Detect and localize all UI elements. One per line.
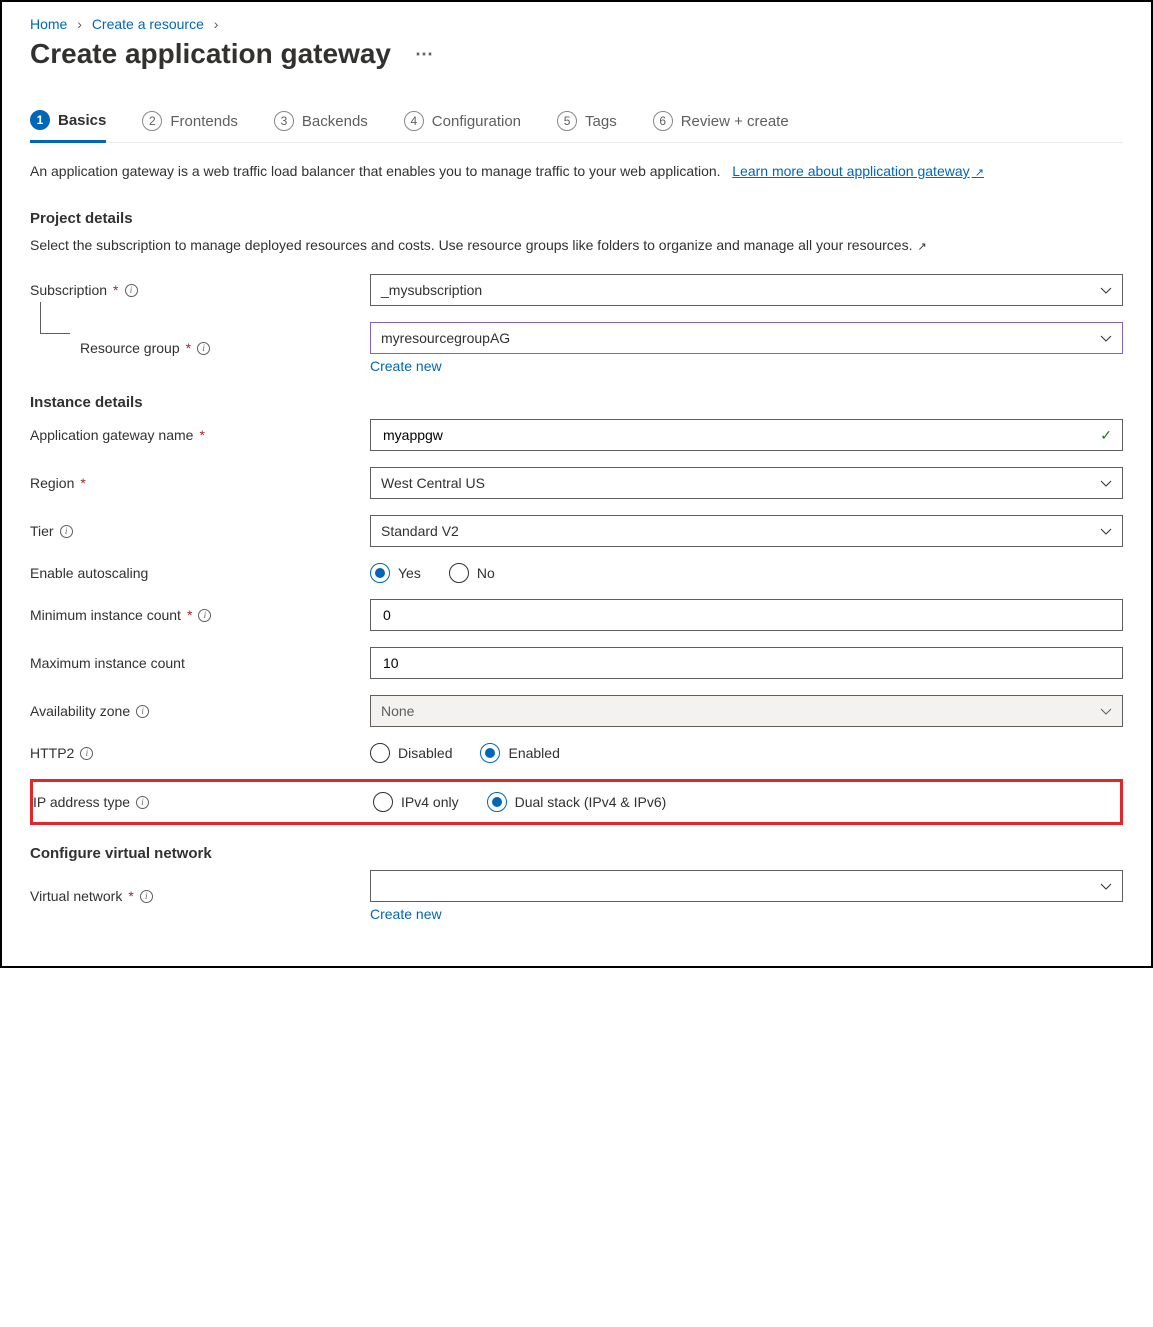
tab-review[interactable]: 6 Review + create (653, 110, 789, 142)
ip-address-highlight: IP address type i IPv4 only Dual stack (… (30, 779, 1123, 825)
tab-configuration[interactable]: 4 Configuration (404, 110, 521, 142)
tab-label: Tags (585, 113, 617, 130)
virtual-network-select[interactable] (370, 870, 1123, 902)
intro-text: An application gateway is a web traffic … (30, 161, 1123, 182)
breadcrumb: Home › Create a resource › (30, 16, 1123, 32)
gateway-name-label: Application gateway name * (30, 427, 370, 443)
step-number: 3 (274, 111, 294, 131)
autoscaling-label: Enable autoscaling (30, 565, 370, 581)
radio-label: Enabled (508, 745, 559, 761)
external-link-icon: ↗ (972, 167, 984, 179)
min-instance-input[interactable] (370, 599, 1123, 631)
step-number: 5 (557, 111, 577, 131)
availability-zone-label: Availability zone i (30, 703, 370, 719)
autoscale-no-radio[interactable]: No (449, 563, 495, 583)
wizard-tabs: 1 Basics 2 Frontends 3 Backends 4 Config… (30, 110, 1123, 143)
radio-label: Disabled (398, 745, 452, 761)
more-icon[interactable]: ⋯ (415, 44, 433, 65)
radio-label: Dual stack (IPv4 & IPv6) (515, 794, 667, 810)
radio-label: No (477, 565, 495, 581)
tab-tags[interactable]: 5 Tags (557, 110, 617, 142)
max-instance-label: Maximum instance count (30, 655, 370, 671)
info-icon[interactable]: i (60, 525, 73, 538)
chevron-right-icon: › (77, 16, 82, 32)
info-icon[interactable]: i (136, 705, 149, 718)
tab-backends[interactable]: 3 Backends (274, 110, 368, 142)
checkmark-icon: ✓ (1100, 427, 1112, 444)
ip-address-type-label: IP address type i (33, 794, 373, 810)
tab-label: Configuration (432, 113, 521, 130)
tier-select[interactable]: Standard V2 (370, 515, 1123, 547)
availability-zone-select[interactable]: None (370, 695, 1123, 727)
radio-label: IPv4 only (401, 794, 459, 810)
tier-label: Tier i (30, 523, 370, 539)
info-icon[interactable]: i (198, 609, 211, 622)
tab-label: Frontends (170, 113, 238, 130)
project-details-desc: Select the subscription to manage deploy… (30, 235, 1123, 256)
chevron-down-icon (1100, 525, 1112, 537)
tree-line (40, 302, 70, 334)
breadcrumb-home[interactable]: Home (30, 16, 67, 32)
tab-label: Basics (58, 112, 106, 129)
chevron-down-icon (1100, 477, 1112, 489)
http2-enabled-radio[interactable]: Enabled (480, 743, 559, 763)
virtual-network-label: Virtual network * i (30, 888, 370, 904)
chevron-down-icon (1100, 880, 1112, 892)
gateway-name-input[interactable]: ✓ (370, 419, 1123, 451)
page-title: Create application gateway ⋯ (30, 38, 1123, 70)
info-icon[interactable]: i (197, 342, 210, 355)
chevron-down-icon (1100, 705, 1112, 717)
tab-label: Backends (302, 113, 368, 130)
info-icon[interactable]: i (80, 747, 93, 760)
resource-group-label: Resource group * i (80, 340, 370, 356)
breadcrumb-create-resource[interactable]: Create a resource (92, 16, 204, 32)
learn-more-link[interactable]: Learn more about application gateway ↗ (732, 163, 984, 179)
project-details-heading: Project details (30, 210, 1123, 227)
chevron-down-icon (1100, 284, 1112, 296)
http2-label: HTTP2 i (30, 745, 370, 761)
radio-label: Yes (398, 565, 421, 581)
step-number: 1 (30, 110, 50, 130)
external-link-icon: ↗ (915, 241, 927, 253)
info-icon[interactable]: i (125, 284, 138, 297)
subscription-select[interactable]: _mysubscription (370, 274, 1123, 306)
chevron-right-icon: › (214, 16, 219, 32)
resource-group-select[interactable]: myresourcegroupAG (370, 322, 1123, 354)
chevron-down-icon (1100, 332, 1112, 344)
create-new-vnet-link[interactable]: Create new (370, 906, 442, 922)
subscription-label: Subscription * i (30, 282, 370, 298)
region-select[interactable]: West Central US (370, 467, 1123, 499)
create-new-rg-link[interactable]: Create new (370, 358, 442, 374)
ipv4-only-radio[interactable]: IPv4 only (373, 792, 459, 812)
step-number: 6 (653, 111, 673, 131)
tab-frontends[interactable]: 2 Frontends (142, 110, 238, 142)
min-instance-label: Minimum instance count * i (30, 607, 370, 623)
region-label: Region * (30, 475, 370, 491)
http2-disabled-radio[interactable]: Disabled (370, 743, 452, 763)
max-instance-input[interactable] (370, 647, 1123, 679)
step-number: 4 (404, 111, 424, 131)
dual-stack-radio[interactable]: Dual stack (IPv4 & IPv6) (487, 792, 667, 812)
step-number: 2 (142, 111, 162, 131)
instance-details-heading: Instance details (30, 394, 1123, 411)
tab-label: Review + create (681, 113, 789, 130)
autoscale-yes-radio[interactable]: Yes (370, 563, 421, 583)
tab-basics[interactable]: 1 Basics (30, 110, 106, 143)
vnet-heading: Configure virtual network (30, 845, 1123, 862)
info-icon[interactable]: i (140, 890, 153, 903)
info-icon[interactable]: i (136, 796, 149, 809)
